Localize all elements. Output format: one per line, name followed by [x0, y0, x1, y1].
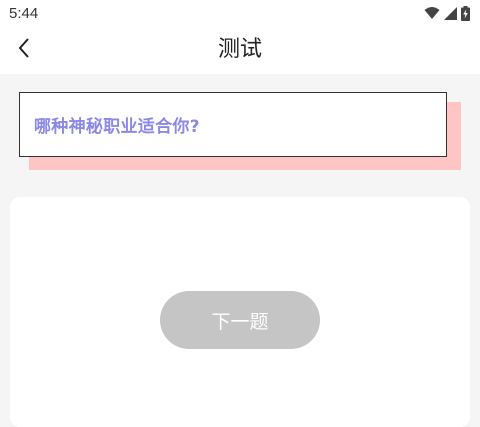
next-question-button[interactable]: 下一题 — [160, 291, 320, 349]
signal-icon — [444, 6, 457, 20]
battery-charging-icon — [461, 5, 470, 21]
nav-bar: 测试 — [0, 26, 480, 74]
question-card: 哪种神秘职业适合你? — [19, 92, 447, 157]
status-bar: 5:44 — [0, 0, 480, 26]
status-icons — [424, 5, 470, 21]
question-text: 哪种神秘职业适合你? — [34, 117, 200, 137]
question-card-wrapper: 哪种神秘职业适合你? — [19, 92, 461, 170]
wifi-icon — [424, 6, 440, 20]
status-time: 5:44 — [9, 4, 39, 22]
page-title: 测试 — [217, 37, 262, 62]
